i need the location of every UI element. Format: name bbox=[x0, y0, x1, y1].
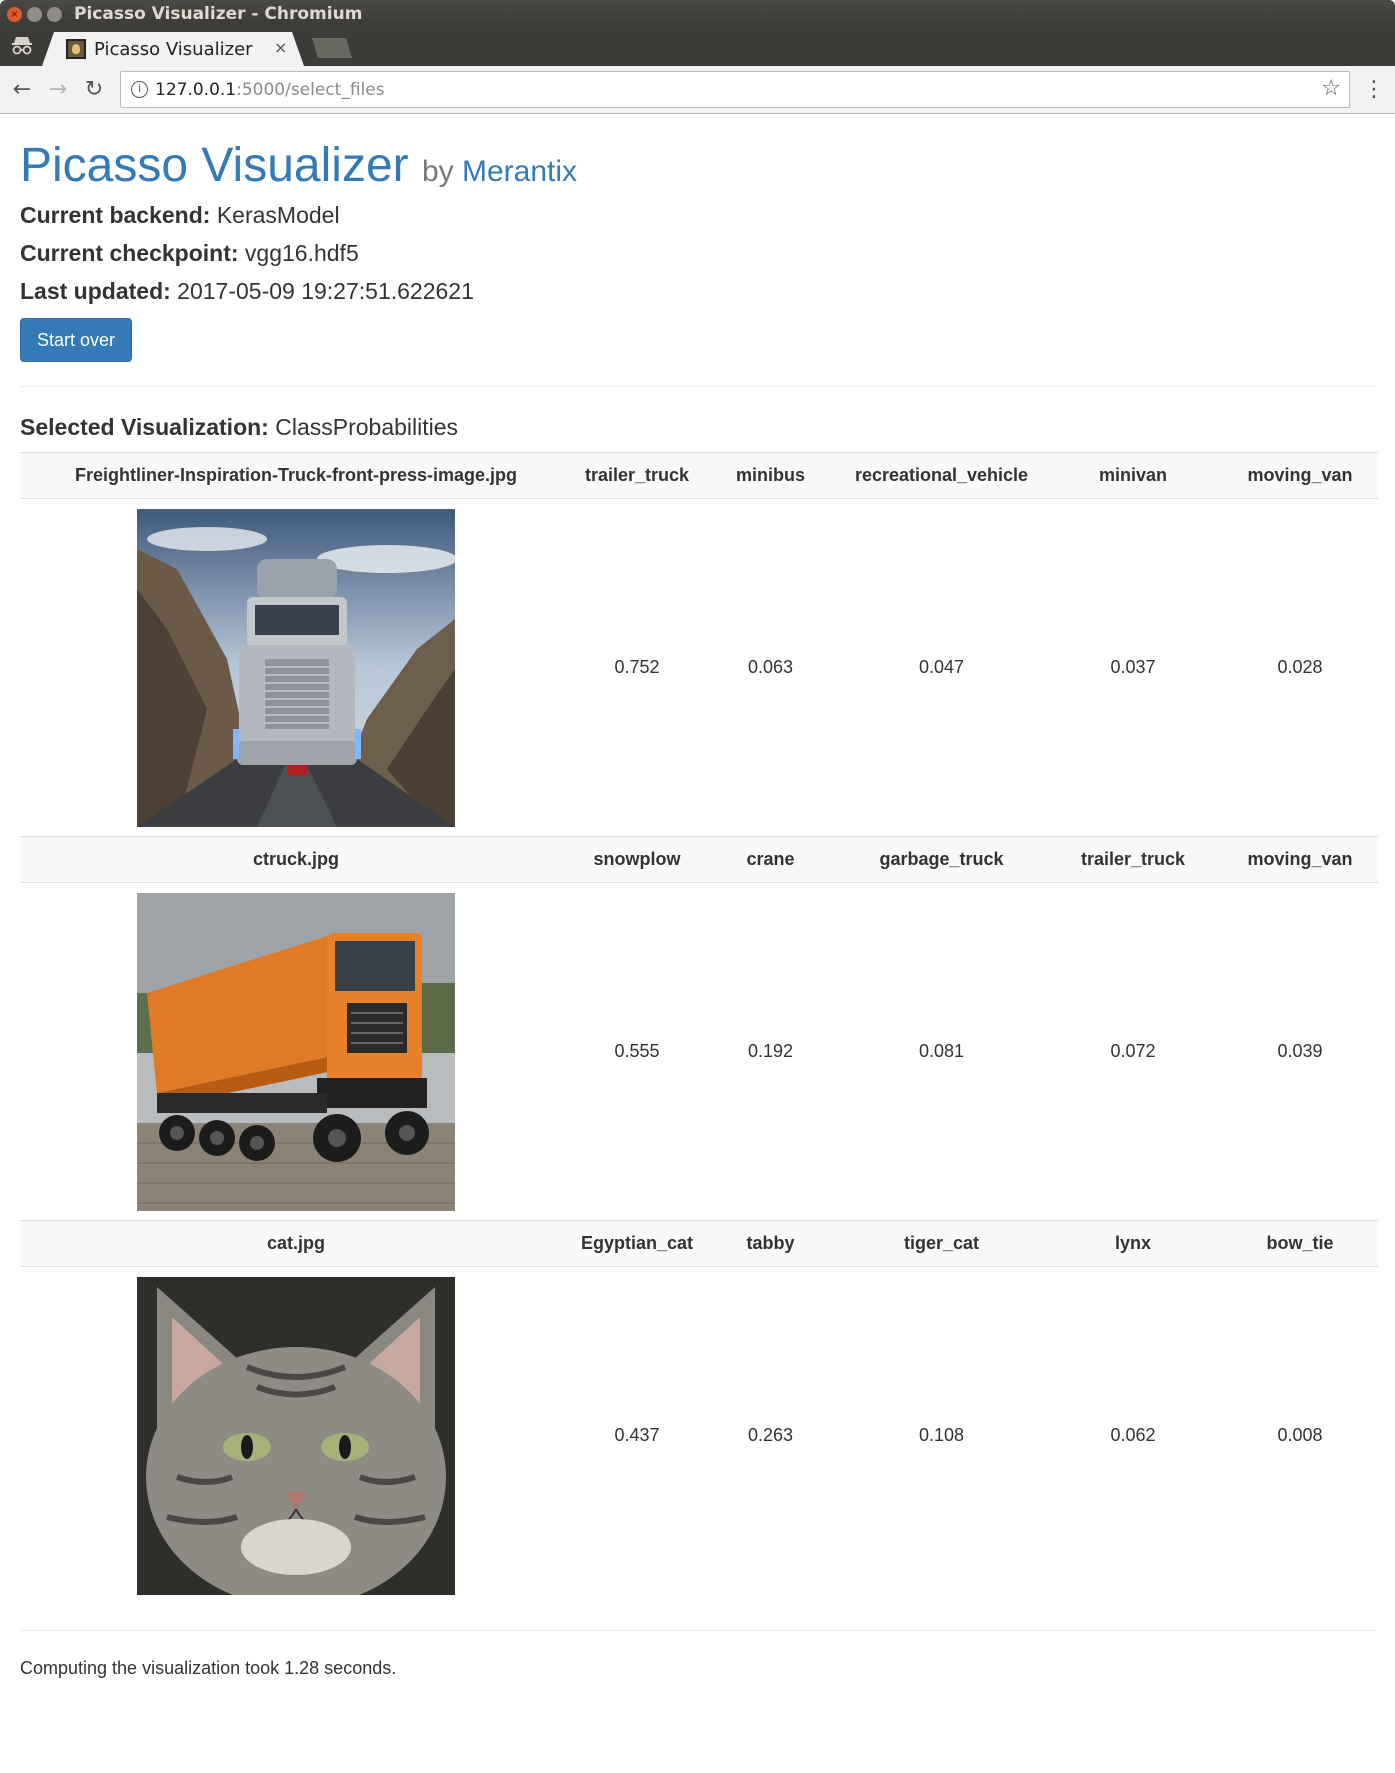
updated-value: 2017-05-09 19:27:51.622621 bbox=[177, 278, 474, 304]
window-maximize-icon[interactable] bbox=[47, 7, 62, 22]
probability-value: 0.039 bbox=[1277, 1041, 1323, 1061]
probability-value: 0.437 bbox=[614, 1425, 660, 1446]
class-header: trailer_truck bbox=[572, 452, 702, 499]
class-header: moving_van bbox=[1222, 452, 1378, 499]
window-title: Picasso Visualizer - Chromium bbox=[74, 4, 363, 24]
checkpoint-label: Current checkpoint: bbox=[20, 240, 239, 266]
new-tab-button[interactable] bbox=[312, 38, 352, 58]
window-titlebar: × Picasso Visualizer - Chromium bbox=[0, 0, 1395, 28]
tab-picasso-visualizer[interactable]: Picasso Visualizer × bbox=[42, 32, 304, 66]
forward-arrow-icon[interactable]: → bbox=[44, 76, 72, 104]
class-header: minivan bbox=[1044, 452, 1222, 499]
selected-visualization: Selected Visualization: ClassProbabiliti… bbox=[20, 414, 458, 441]
class-header: Egyptian_cat bbox=[572, 1220, 702, 1267]
page-title: Picasso Visualizer by Merantix bbox=[20, 138, 577, 193]
table-header-row: Freightliner-Inspiration-Truck-front-pre… bbox=[20, 452, 1378, 499]
divider bbox=[20, 386, 1378, 387]
class-header: lynx bbox=[1044, 1220, 1222, 1267]
table-row: 0.437 0.263 0.108 0.062 0.008 bbox=[20, 1267, 1378, 1605]
probability-value: 0.062 bbox=[1110, 1425, 1156, 1446]
class-header: minibus bbox=[702, 452, 839, 499]
updated-label: Last updated: bbox=[20, 278, 171, 304]
probability-value: 0.008 bbox=[1277, 1425, 1323, 1446]
window-close-icon[interactable]: × bbox=[7, 7, 22, 22]
class-header: tabby bbox=[702, 1220, 839, 1267]
start-over-button[interactable]: Start over bbox=[20, 318, 132, 362]
probability-value: 0.108 bbox=[918, 1425, 965, 1446]
probability-value: 0.072 bbox=[1110, 1041, 1156, 1061]
current-checkpoint: Current checkpoint: vgg16.hdf5 bbox=[20, 240, 359, 267]
image-cell bbox=[20, 883, 572, 1221]
class-header: moving_van bbox=[1222, 836, 1378, 883]
bookmark-star-icon[interactable]: ☆ bbox=[1321, 76, 1341, 101]
table-row: 0.555 0.192 0.081 0.072 0.039 bbox=[20, 883, 1378, 1221]
favicon-icon bbox=[66, 39, 86, 59]
tab-strip: Picasso Visualizer × bbox=[0, 28, 1395, 66]
merantix-link[interactable]: Merantix bbox=[462, 155, 577, 188]
image-cell bbox=[20, 1267, 572, 1605]
class-header: snowplow bbox=[572, 836, 702, 883]
current-backend: Current backend: KerasModel bbox=[20, 202, 340, 229]
table-header-row: cat.jpg Egyptian_cat tabby tiger_cat lyn… bbox=[20, 1220, 1378, 1267]
browser-toolbar: ← → ↻ i 127.0.0.1:5000/select_files ☆ ⋮ bbox=[0, 66, 1395, 114]
probability-value: 0.555 bbox=[614, 1041, 660, 1061]
back-arrow-icon[interactable]: ← bbox=[8, 76, 36, 104]
dump-truck-photo bbox=[137, 892, 455, 1211]
url-host: 127.0.0.1 bbox=[155, 80, 237, 100]
byline: by Merantix bbox=[422, 155, 577, 188]
divider bbox=[20, 1630, 1378, 1631]
url-text: 127.0.0.1:5000/select_files bbox=[155, 80, 385, 100]
class-header: recreational_vehicle bbox=[839, 452, 1044, 499]
class-header: bow_tie bbox=[1222, 1220, 1378, 1267]
backend-label: Current backend: bbox=[20, 202, 211, 228]
incognito-icon bbox=[12, 37, 32, 55]
probability-value: 0.047 bbox=[918, 657, 965, 677]
site-info-icon[interactable]: i bbox=[131, 81, 148, 98]
byline-by: by bbox=[421, 155, 454, 188]
probability-value: 0.081 bbox=[918, 1041, 965, 1061]
browser-menu-icon[interactable]: ⋮ bbox=[1362, 76, 1386, 104]
window-minimize-icon[interactable] bbox=[27, 7, 42, 22]
probability-value: 0.263 bbox=[747, 1425, 794, 1446]
url-path: :5000/select_files bbox=[236, 80, 385, 100]
checkpoint-value: vgg16.hdf5 bbox=[244, 240, 359, 266]
tab-title: Picasso Visualizer bbox=[94, 39, 253, 60]
probability-value: 0.752 bbox=[614, 657, 660, 677]
probability-value: 0.192 bbox=[747, 1041, 794, 1061]
selected-visualization-value: ClassProbabilities bbox=[275, 414, 459, 440]
last-updated: Last updated: 2017-05-09 19:27:51.622621 bbox=[20, 278, 474, 305]
reload-icon[interactable]: ↻ bbox=[80, 76, 108, 104]
probability-value: 0.063 bbox=[747, 657, 794, 677]
app-name: Picasso Visualizer bbox=[20, 139, 409, 192]
filename-header: Freightliner-Inspiration-Truck-front-pre… bbox=[20, 452, 572, 499]
class-header: tiger_cat bbox=[839, 1220, 1044, 1267]
class-header: garbage_truck bbox=[839, 836, 1044, 883]
class-header: crane bbox=[702, 836, 839, 883]
probability-value: 0.028 bbox=[1277, 657, 1323, 677]
address-bar[interactable]: i 127.0.0.1:5000/select_files ☆ bbox=[120, 71, 1350, 108]
computation-time-text: Computing the visualization took 1.28 se… bbox=[20, 1658, 397, 1678]
filename-header: cat.jpg bbox=[20, 1220, 572, 1267]
class-header: trailer_truck bbox=[1044, 836, 1222, 883]
results-table: Freightliner-Inspiration-Truck-front-pre… bbox=[20, 452, 1378, 1605]
probability-value: 0.037 bbox=[1110, 657, 1156, 677]
image-cell bbox=[20, 499, 572, 837]
truck-photo bbox=[137, 508, 455, 827]
cat-photo bbox=[137, 1276, 455, 1595]
table-row: 0.752 0.063 0.047 0.037 0.028 bbox=[20, 499, 1378, 837]
table-header-row: ctruck.jpg snowplow crane garbage_truck … bbox=[20, 836, 1378, 883]
backend-value: KerasModel bbox=[216, 202, 340, 228]
selected-visualization-label: Selected Visualization: bbox=[20, 414, 269, 440]
tab-close-icon[interactable]: × bbox=[274, 38, 287, 57]
filename-header: ctruck.jpg bbox=[20, 836, 572, 883]
